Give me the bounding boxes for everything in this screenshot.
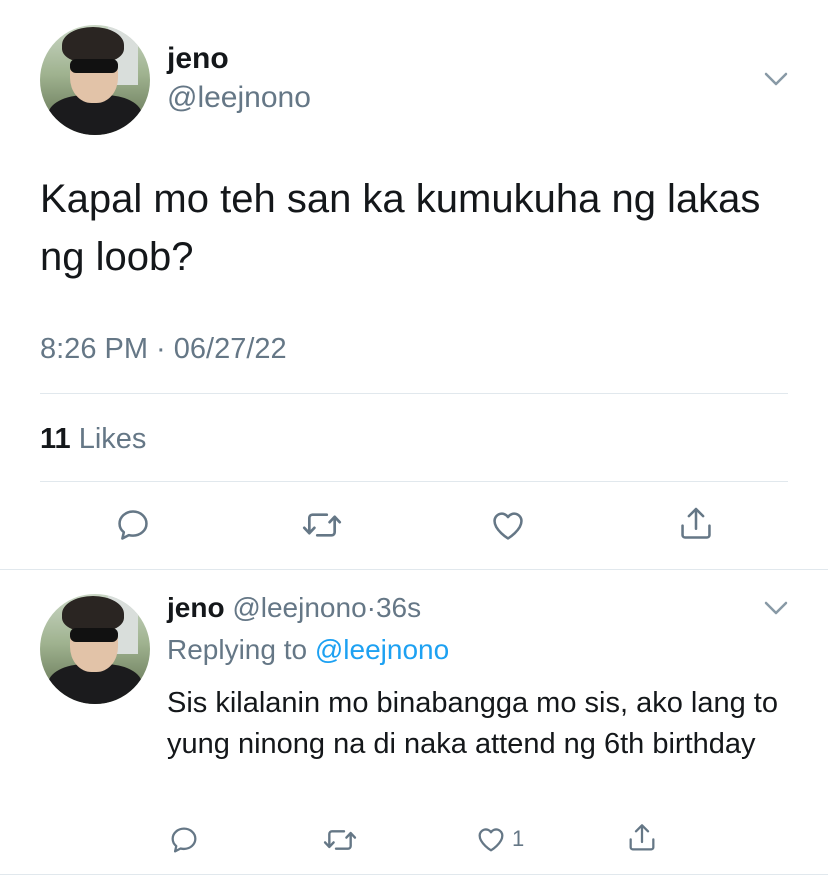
share-icon bbox=[681, 507, 711, 539]
separator-dot: · bbox=[366, 592, 376, 623]
reply-header: jeno @leejnono·36s bbox=[167, 592, 421, 624]
like-icon bbox=[478, 828, 504, 852]
share-button[interactable] bbox=[626, 821, 658, 855]
time-ago[interactable]: 36s bbox=[376, 592, 421, 623]
tweet-text: Kapal mo teh san ka kumukuha ng lakas ng… bbox=[40, 177, 761, 279]
likes-count: 11 bbox=[40, 423, 71, 455]
chevron-down-icon[interactable] bbox=[763, 595, 789, 621]
divider bbox=[0, 874, 828, 875]
replying-to: Replying to @leejnono bbox=[167, 634, 449, 666]
likes-summary[interactable]: 11 Likes bbox=[40, 423, 146, 456]
share-icon bbox=[629, 824, 655, 851]
reply-button[interactable] bbox=[114, 506, 152, 544]
author-name[interactable]: jeno bbox=[167, 592, 225, 623]
replying-label: Replying to bbox=[167, 634, 308, 665]
like-count: 1 bbox=[512, 826, 525, 851]
replying-to-mention[interactable]: @leejnono bbox=[315, 634, 449, 665]
reply-button[interactable] bbox=[168, 824, 200, 856]
retweet-icon bbox=[302, 513, 342, 537]
like-icon bbox=[493, 512, 523, 540]
avatar[interactable] bbox=[40, 25, 150, 135]
chevron-down-icon[interactable] bbox=[763, 66, 789, 92]
main-tweet: jeno @leejnono Kapal mo teh san ka kumuk… bbox=[0, 0, 828, 570]
divider bbox=[0, 569, 828, 570]
divider bbox=[40, 481, 788, 482]
author-handle[interactable]: @leejnono bbox=[167, 81, 311, 115]
like-button[interactable]: 1 bbox=[474, 823, 524, 855]
retweet-button[interactable] bbox=[301, 506, 343, 544]
reply-icon bbox=[171, 827, 197, 853]
reply-icon bbox=[118, 510, 148, 540]
reply-text: Sis kilalanin mo binabangga mo sis, ako … bbox=[167, 687, 778, 760]
author-handle[interactable]: @leejnono bbox=[232, 592, 366, 623]
avatar[interactable] bbox=[40, 594, 150, 704]
author-name[interactable]: jeno bbox=[167, 42, 229, 76]
likes-label: Likes bbox=[78, 423, 147, 455]
tweet-timestamp[interactable]: 8:26 PM · 06/27/22 bbox=[40, 333, 287, 366]
retweet-button[interactable] bbox=[322, 824, 358, 856]
divider bbox=[40, 393, 788, 394]
retweet-icon bbox=[323, 830, 357, 850]
like-button[interactable] bbox=[488, 506, 528, 544]
share-button[interactable] bbox=[677, 504, 715, 544]
